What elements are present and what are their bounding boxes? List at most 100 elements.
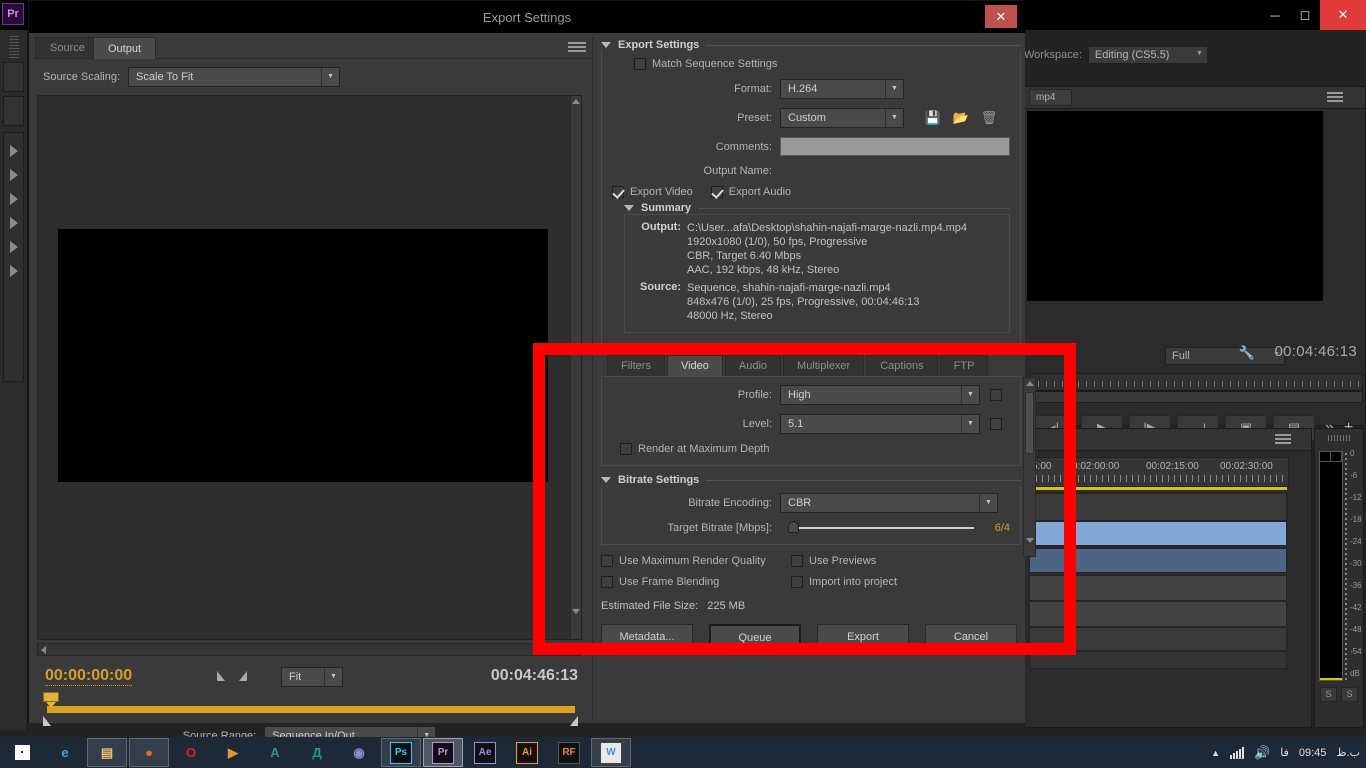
expand-arrow-icon[interactable] (9, 241, 18, 253)
checkbox-box[interactable] (601, 576, 613, 588)
timeline-scrollbar[interactable] (1029, 651, 1287, 669)
after-effects-icon[interactable]: Ae (465, 738, 505, 767)
use-frame-blending-checkbox[interactable]: Use Frame Blending (601, 576, 777, 588)
panel-grip-icon[interactable] (8, 36, 19, 58)
scroll-left-icon[interactable] (41, 646, 46, 654)
tab-captions[interactable]: Captions (866, 355, 938, 376)
checkbox-box[interactable] (791, 555, 803, 567)
app-green-icon[interactable]: Д (297, 738, 337, 767)
zoom-level-select[interactable]: Fit (281, 667, 343, 687)
import-into-project-checkbox[interactable]: Import into project (791, 576, 897, 588)
import-preset-icon[interactable]: 📂 (950, 109, 972, 127)
use-previews-checkbox[interactable]: Use Previews (791, 555, 897, 567)
current-timecode[interactable]: 00:00:00:00 (45, 667, 133, 686)
expand-arrow-icon[interactable] (9, 217, 18, 229)
app-purple-icon[interactable]: ◉ (339, 738, 379, 767)
scroll-down-icon[interactable] (572, 609, 580, 614)
level-override-checkbox[interactable] (990, 418, 1002, 430)
solo-button-left[interactable]: S (1320, 687, 1337, 702)
tab-multiplexer[interactable]: Multiplexer (783, 355, 865, 376)
render-max-depth-checkbox[interactable]: Render at Maximum Depth (620, 443, 769, 455)
timeline-track-a2[interactable] (1029, 575, 1287, 601)
app-a-icon[interactable]: A (255, 738, 295, 767)
tab-filters[interactable]: Filters (607, 355, 665, 376)
dialog-close-button[interactable]: ✕ (985, 5, 1017, 28)
bitrate-encoding-select[interactable]: CBR (780, 493, 998, 513)
preview-horizontal-scrollbar[interactable] (37, 643, 582, 656)
start-button[interactable] (0, 737, 44, 768)
robohelp-icon[interactable]: RF (549, 738, 589, 767)
timeline-track-master[interactable] (1029, 627, 1287, 651)
comments-input[interactable] (780, 137, 1010, 156)
language-indicator[interactable]: فا (1280, 746, 1289, 759)
tab-audio[interactable]: Audio (724, 355, 782, 376)
scroll-down-icon[interactable] (1025, 538, 1034, 543)
checkbox-box[interactable] (612, 186, 624, 198)
export-button[interactable]: Export (817, 624, 909, 652)
minimize-button[interactable]: ─ (1260, 0, 1290, 30)
monitor-zoom-bar[interactable] (1029, 391, 1363, 403)
show-hidden-icons-icon[interactable]: ▲ (1211, 748, 1220, 758)
profile-override-checkbox[interactable] (990, 389, 1002, 401)
scroll-right-icon[interactable] (573, 646, 578, 654)
scroll-up-icon[interactable] (572, 99, 580, 104)
preview-stage[interactable] (37, 95, 582, 640)
tab-ftp[interactable]: FTP (939, 355, 989, 376)
solo-button-right[interactable]: S (1341, 687, 1358, 702)
mark-out-icon[interactable] (239, 671, 247, 681)
word-icon[interactable]: W (591, 738, 631, 767)
settings-scrollbar[interactable] (1023, 377, 1036, 557)
tab-output[interactable]: Output (93, 37, 157, 59)
disclosure-triangle-icon[interactable] (601, 477, 611, 483)
profile-select[interactable]: High (780, 385, 980, 405)
preset-select[interactable]: Custom (780, 108, 904, 128)
preview-vertical-scrollbar[interactable] (570, 96, 581, 639)
cancel-button[interactable]: Cancel (925, 624, 1017, 652)
expand-arrow-icon[interactable] (9, 265, 18, 277)
match-sequence-checkbox[interactable]: Match Sequence Settings (634, 58, 777, 70)
file-explorer-icon[interactable]: ▤ (87, 738, 127, 767)
premiere-icon[interactable]: Pr (423, 738, 463, 767)
clock-meridiem[interactable]: ب.ظ (1336, 746, 1360, 759)
volume-icon[interactable]: 🔊 (1254, 745, 1270, 761)
timeline-track-v2[interactable] (1029, 493, 1287, 521)
scroll-up-icon[interactable] (1025, 381, 1034, 386)
panel-grip-icon[interactable] (1328, 435, 1350, 441)
internet-explorer-icon[interactable]: e (45, 738, 85, 767)
queue-button[interactable]: Queue (709, 624, 801, 652)
playhead-icon[interactable] (43, 692, 59, 708)
maximize-button[interactable]: ◻ (1290, 0, 1320, 30)
panel-menu-icon[interactable] (568, 42, 586, 54)
panel-menu-icon[interactable] (1275, 434, 1291, 445)
firefox-icon[interactable]: ● (129, 738, 169, 767)
expand-arrow-icon[interactable] (9, 169, 18, 181)
search-panel-stub[interactable] (3, 96, 24, 126)
format-select[interactable]: H.264 (780, 79, 904, 99)
work-area-bar[interactable] (1029, 487, 1287, 490)
timeline-audio-clip[interactable] (1029, 548, 1287, 573)
timeline-ruler[interactable]: 5:00 0:02:00:00 00:02:15:00 00:02:30:00 (1029, 457, 1289, 487)
monitor-timecode[interactable]: 00:04:46:13 (1274, 343, 1357, 360)
meter-clip-indicators[interactable] (1320, 452, 1342, 462)
settings-wrench-icon[interactable]: 🔧 (1239, 345, 1255, 361)
workspace-select[interactable]: Editing (CS5.5) (1087, 46, 1208, 64)
panel-menu-icon[interactable] (1327, 92, 1343, 103)
metadata-button[interactable]: Metadata... (601, 624, 693, 652)
timeline-video-clip[interactable] (1029, 521, 1287, 546)
tab-source[interactable]: Source (35, 37, 100, 59)
use-max-render-quality-checkbox[interactable]: Use Maximum Render Quality (601, 555, 777, 567)
scrub-bar[interactable] (47, 706, 575, 713)
clock-time[interactable]: 09:45 (1299, 747, 1327, 759)
slider-handle[interactable] (788, 521, 799, 533)
monitor-ruler[interactable] (1029, 373, 1363, 391)
export-video-checkbox[interactable]: Export Video (612, 186, 693, 198)
checkbox-box[interactable] (791, 576, 803, 588)
checkbox-box[interactable] (710, 186, 723, 198)
photoshop-icon[interactable]: Ps (381, 738, 421, 767)
target-bitrate-slider[interactable] (788, 521, 974, 533)
project-panel-stub[interactable] (3, 62, 24, 92)
tab-video[interactable]: Video (666, 355, 723, 376)
source-scaling-select[interactable]: Scale To Fit (128, 67, 341, 87)
checkbox-box[interactable] (634, 58, 646, 70)
checkbox-box[interactable] (601, 555, 613, 567)
